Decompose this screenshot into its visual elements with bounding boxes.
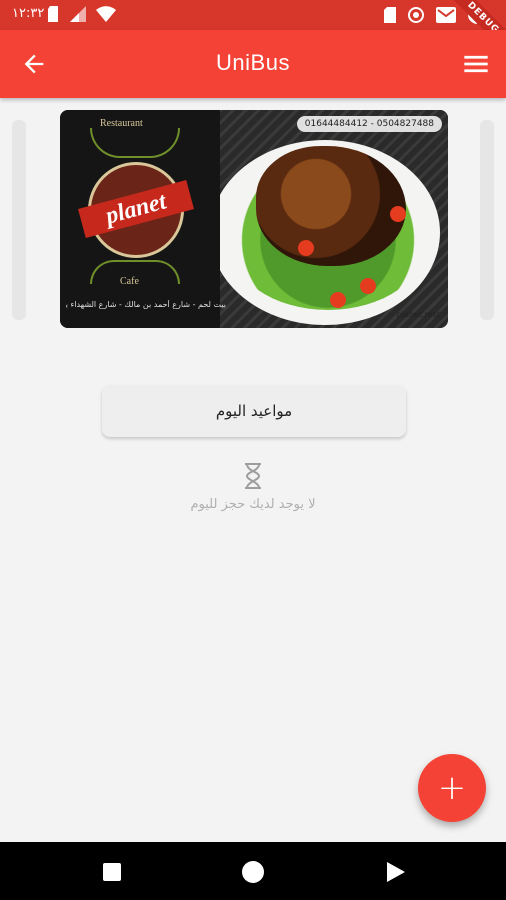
status-bar: ١٢:٣٢ DEBUG [0,0,506,56]
wifi-icon [96,6,116,22]
tomato [360,278,376,294]
signal-icon [70,6,86,22]
today-appointments-button[interactable]: مواعيد اليوم [102,385,406,437]
add-booking-button[interactable]: + [418,754,486,822]
banner-instagram: planet.rest [396,310,440,319]
mail-icon [436,7,456,23]
back-nav-icon[interactable] [384,860,408,884]
tomato [298,240,314,256]
logo-bottom-text: Cafe [120,276,139,287]
menu-icon[interactable] [462,50,490,78]
empty-state-message: لا يوجد لديك حجز لليوم [190,497,316,512]
banner-phone: 01644484412 - 0504827488 [296,116,442,132]
sd-card-icon [48,6,58,22]
sd-card-icon [384,7,396,23]
carousel-next-card[interactable] [480,120,494,320]
system-nav-bar [0,842,506,900]
app-bar: UniBus [0,30,506,98]
tomato [390,206,406,222]
carousel-prev-card[interactable] [12,120,26,320]
grilled-chicken [256,146,406,266]
record-icon [408,7,424,23]
recents-icon[interactable] [100,860,124,884]
restaurant-banner[interactable]: Restaurant planet Cafe بيت لحم - شارع أح… [60,110,448,328]
hourglass-icon [245,463,261,489]
banner-carousel[interactable]: Restaurant planet Cafe بيت لحم - شارع أح… [0,110,506,330]
logo-top-text: Restaurant [100,118,143,129]
home-icon[interactable] [241,860,265,884]
banner-address: بيت لحم - شارع أحمد بن مالك - شارع الشهد… [66,300,226,309]
tomato [330,292,346,308]
status-time: ١٢:٣٢ [12,6,45,21]
app-title: UniBus [216,50,290,75]
status-left-icons [48,6,116,22]
